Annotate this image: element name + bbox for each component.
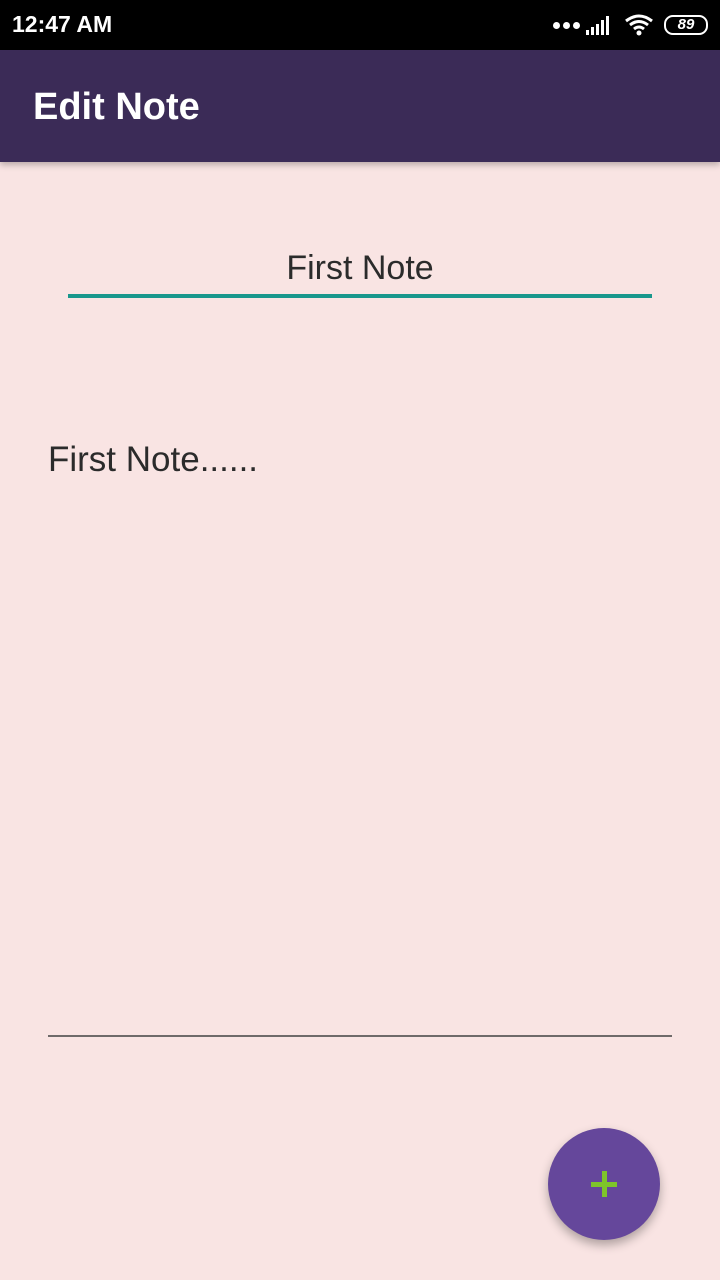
more-dots-icon [553, 21, 580, 29]
status-time: 12:47 AM [12, 11, 113, 37]
status-bar: 12:47 AM 89 [0, 0, 720, 50]
signal-icon [586, 14, 614, 36]
wifi-icon [624, 14, 654, 36]
app-bar: Edit Note [0, 50, 720, 162]
edit-note-screen: 12:47 AM 89 Edit Note First Note First N… [0, 0, 720, 1280]
note-body-input[interactable]: First Note...... [48, 430, 672, 1037]
battery-icon: 89 [664, 15, 708, 35]
note-title-input[interactable]: First Note [68, 240, 652, 298]
page-title: Edit Note [33, 86, 200, 128]
status-icons: 89 [553, 10, 708, 40]
add-button[interactable] [548, 1128, 660, 1240]
plus-icon [591, 1171, 617, 1197]
